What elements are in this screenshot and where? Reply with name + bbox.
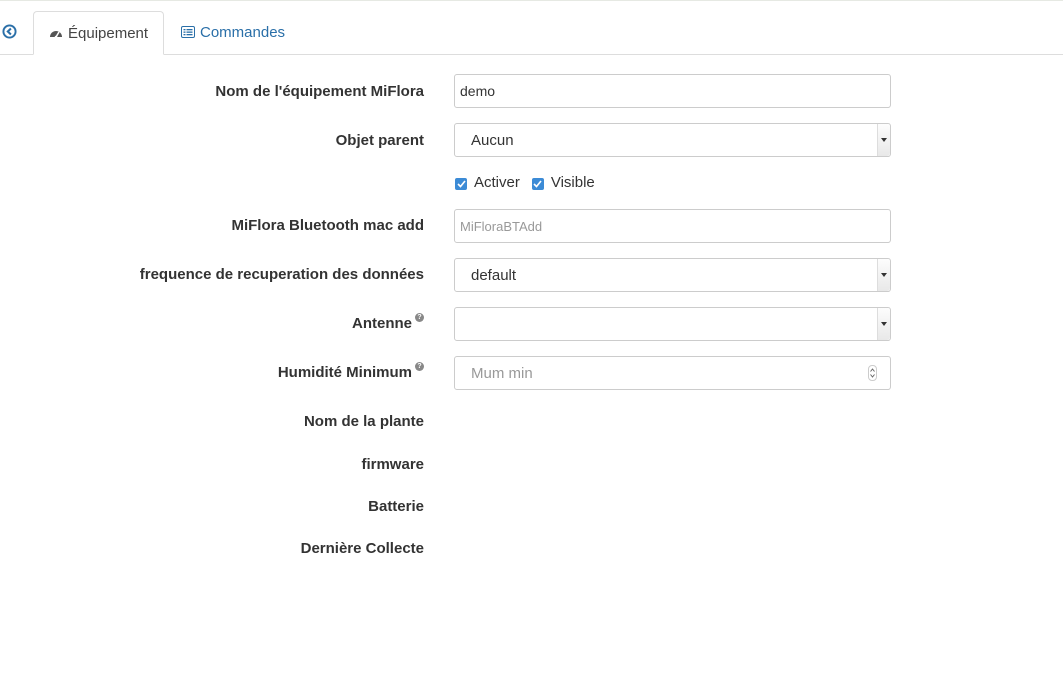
plant-name-label: Nom de la plante	[303, 413, 424, 430]
number-spinner-icon[interactable]	[868, 365, 877, 381]
equipment-name-input[interactable]: demo	[454, 74, 891, 108]
frequency-label: frequence de recuperation des données	[139, 266, 424, 283]
list-alt-icon	[181, 26, 195, 38]
humidity-min-label-text: Humidité Minimum	[277, 364, 412, 381]
caret-down-icon	[877, 308, 890, 340]
tab-commandes[interactable]: Commandes	[181, 11, 285, 53]
firmware-label: firmware	[361, 456, 424, 473]
visible-label: Visible	[550, 174, 595, 191]
tab-equipement[interactable]: Équipement	[33, 11, 164, 55]
last-collect-label: Dernière Collecte	[300, 540, 424, 557]
frequency-value: default	[471, 266, 517, 284]
battery-label: Batterie	[368, 498, 424, 515]
antenna-label-text: Antenne	[352, 315, 412, 332]
activer-label: Activer	[474, 174, 520, 191]
humidity-min-input[interactable]: Mum min	[454, 356, 891, 390]
visible-checkbox[interactable]	[531, 177, 544, 190]
status-checkboxes: Activer Visible	[455, 174, 595, 191]
activer-checkbox[interactable]	[455, 177, 467, 190]
help-icon[interactable]: ?	[415, 362, 424, 371]
parent-object-select[interactable]: Aucun	[454, 123, 891, 157]
mac-address-label: MiFlora Bluetooth mac add	[231, 217, 424, 234]
humidity-min-placeholder: Mum min	[471, 364, 533, 382]
help-icon[interactable]: ?	[415, 313, 424, 322]
mac-address-input[interactable]: MiFloraBTAdd	[454, 209, 891, 243]
humidity-min-label: Humidité Minimum?	[277, 362, 424, 381]
caret-down-icon	[877, 124, 890, 156]
parent-object-value: Aucun	[471, 131, 514, 149]
antenna-label: Antenne?	[352, 313, 424, 332]
antenna-select[interactable]	[454, 307, 891, 341]
tab-equipement-label: Équipement	[68, 24, 149, 42]
tachometer-icon	[49, 27, 63, 39]
back-arrow-icon[interactable]	[2, 24, 17, 40]
equipment-name-label: Nom de l'équipement MiFlora	[215, 83, 424, 100]
frequency-select[interactable]: default	[454, 258, 891, 292]
tab-commandes-label: Commandes	[200, 23, 286, 41]
tab-bar: Équipement Commandes	[0, 0, 1063, 55]
parent-object-label: Objet parent	[335, 132, 424, 149]
caret-down-icon	[877, 259, 890, 291]
